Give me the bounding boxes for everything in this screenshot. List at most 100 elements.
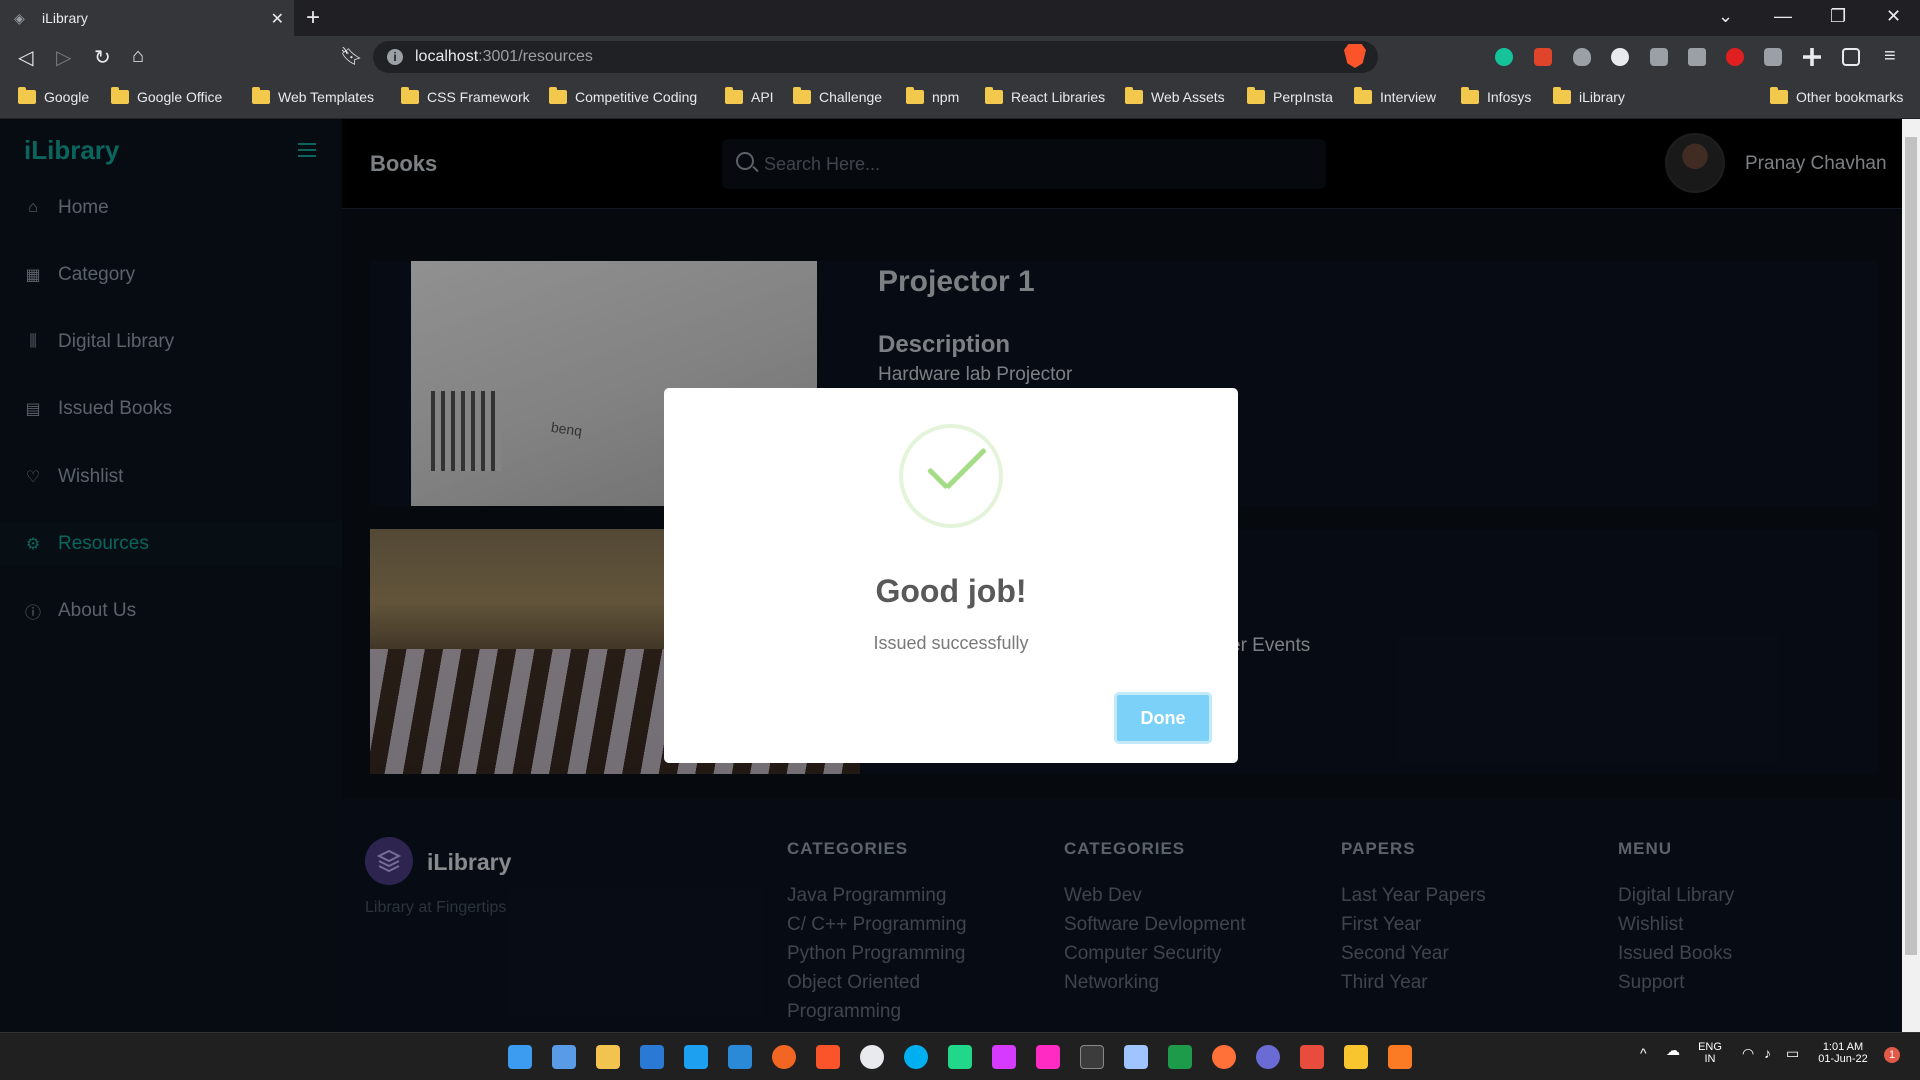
url-text[interactable]: localhost:3001/resources [415,48,593,66]
bookmark-infosys[interactable]: Infosys [1461,87,1532,105]
store-icon[interactable] [596,1045,620,1069]
menu-icon[interactable]: ≡ [1884,45,1896,68]
shield-extension-icon[interactable] [1573,48,1591,66]
restore-button[interactable]: ❐ [1830,6,1846,27]
wallet-icon[interactable] [1842,48,1860,66]
excel-icon[interactable] [1168,1045,1192,1069]
bookmark-api[interactable]: API [725,87,774,105]
firefox-icon[interactable] [1212,1045,1236,1069]
url-host: localhost [415,48,479,65]
notification-badge[interactable]: 1 [1884,1047,1900,1063]
codeblocks-icon[interactable] [1080,1045,1104,1069]
browser-toolbar: ◁ ▷ ↻ ⌂ i localhost:3001/resources 🔖︎ ≡ [0,36,1920,78]
bookmark-page-icon[interactable]: 🔖︎ [340,46,363,67]
reload-button[interactable]: ↻ [94,45,111,70]
grammarly-extension-icon[interactable] [1495,48,1513,66]
bookmark-label: Web Assets [1151,89,1225,105]
close-tab-icon[interactable]: ✕ [271,9,284,29]
forward-button[interactable]: ▷ [56,45,71,70]
browser-tab[interactable]: ◈ iLibrary ✕ [0,0,294,36]
bookmark-perpinsta[interactable]: PerpInsta [1247,87,1333,105]
folder-icon [252,87,270,104]
bookmark-web-templates[interactable]: Web Templates [252,87,374,105]
bookmark-challenge[interactable]: Challenge [793,87,882,105]
folder-icon [1247,87,1265,104]
wps-icon[interactable] [1300,1045,1324,1069]
file-explorer-icon[interactable] [1344,1045,1368,1069]
extension-icon-2[interactable] [1611,48,1629,66]
language-code: ENG [1698,1041,1722,1053]
extension-icon-3[interactable] [1726,48,1744,66]
virtualbox-icon[interactable] [1124,1045,1148,1069]
xampp-icon[interactable] [1388,1045,1412,1069]
site-info-icon[interactable]: i [387,49,403,65]
folder-icon [1125,87,1143,104]
modal-message: Issued successfully [873,633,1029,653]
minimize-button[interactable]: — [1774,6,1792,27]
skype-icon[interactable] [904,1045,928,1069]
bookmark-css-framework[interactable]: CSS Framework [401,87,530,105]
tray-overflow-icon[interactable]: ^ [1640,1045,1647,1061]
browser-tab-bar: ◈ iLibrary ✕ + ⌄ — ❐ ✕ [0,0,1920,36]
modal-title: Good job! [875,573,1027,609]
camera-extension-icon[interactable] [1688,48,1706,66]
close-window-button[interactable]: ✕ [1886,6,1901,27]
puzzle-extensions-icon[interactable] [1803,48,1821,66]
app-icon[interactable] [860,1045,884,1069]
eclipse-icon[interactable] [1256,1045,1280,1069]
pycharm-icon[interactable] [948,1045,972,1069]
widgets-icon[interactable] [552,1045,576,1069]
tab-title: iLibrary [42,10,88,26]
folder-icon [793,87,811,104]
folder-icon [18,87,36,104]
font-extension-icon[interactable] [1650,48,1668,66]
vscode-icon[interactable] [728,1045,752,1069]
new-tab-button[interactable]: + [306,4,320,32]
bookmark-web-assets[interactable]: Web Assets [1125,87,1225,105]
bookmark-react-libraries[interactable]: React Libraries [985,87,1105,105]
brave-browser-icon[interactable] [816,1045,840,1069]
language-indicator[interactable]: ENG IN [1695,1041,1725,1065]
extension-icon[interactable] [1534,48,1552,66]
scrollbar-thumb[interactable] [1905,137,1917,955]
bookmark-label: iLibrary [1579,89,1625,105]
bookmark-ilibrary[interactable]: iLibrary [1553,87,1625,105]
clock-date: 01-Jun-22 [1818,1053,1868,1065]
volume-icon[interactable]: ♪ [1764,1045,1771,1061]
remote-desktop-icon[interactable] [684,1045,708,1069]
folder-icon [906,87,924,104]
mail-icon[interactable] [640,1045,664,1069]
clock-time: 1:01 AM [1822,1041,1864,1053]
start-icon[interactable] [508,1045,532,1069]
page-scrollbar[interactable] [1902,119,1920,1032]
folder-icon [401,87,419,104]
intellij-icon[interactable] [992,1045,1016,1069]
bookmark-label: Google [44,89,90,105]
battery-icon[interactable]: ▭ [1786,1045,1799,1062]
folder-icon [1354,87,1372,104]
success-check-icon [899,424,1003,528]
clock[interactable]: 1:01 AM 01-Jun-22 [1812,1041,1874,1065]
bookmark-label: npm [932,89,960,105]
other-bookmarks[interactable]: Other bookmarks [1770,87,1903,105]
bookmark-interview[interactable]: Interview [1354,87,1436,105]
bookmark-google-office[interactable]: Google Office [111,87,222,105]
extension-icon-4[interactable] [1764,48,1782,66]
home-button[interactable]: ⌂ [132,45,144,68]
bookmark-label: Infosys [1487,89,1532,105]
adobe-xd-icon[interactable] [1036,1045,1060,1069]
back-button[interactable]: ◁ [18,45,33,70]
bookmark-label: PerpInsta [1273,89,1333,105]
folder-icon [985,87,1003,104]
bookmark-npm[interactable]: npm [906,87,960,105]
bookmark-competitive-coding[interactable]: Competitive Coding [549,87,697,105]
tab-search-icon[interactable]: ⌄ [1718,6,1733,27]
folder-icon [725,87,743,104]
bookmark-google[interactable]: Google [18,87,90,105]
postman-icon[interactable] [772,1045,796,1069]
onedrive-icon[interactable]: ☁ [1666,1042,1680,1059]
folder-icon [1770,87,1788,104]
address-bar[interactable]: i localhost:3001/resources [373,41,1378,73]
done-button[interactable]: Done [1114,692,1212,744]
wifi-icon[interactable]: ◠ [1742,1045,1754,1062]
